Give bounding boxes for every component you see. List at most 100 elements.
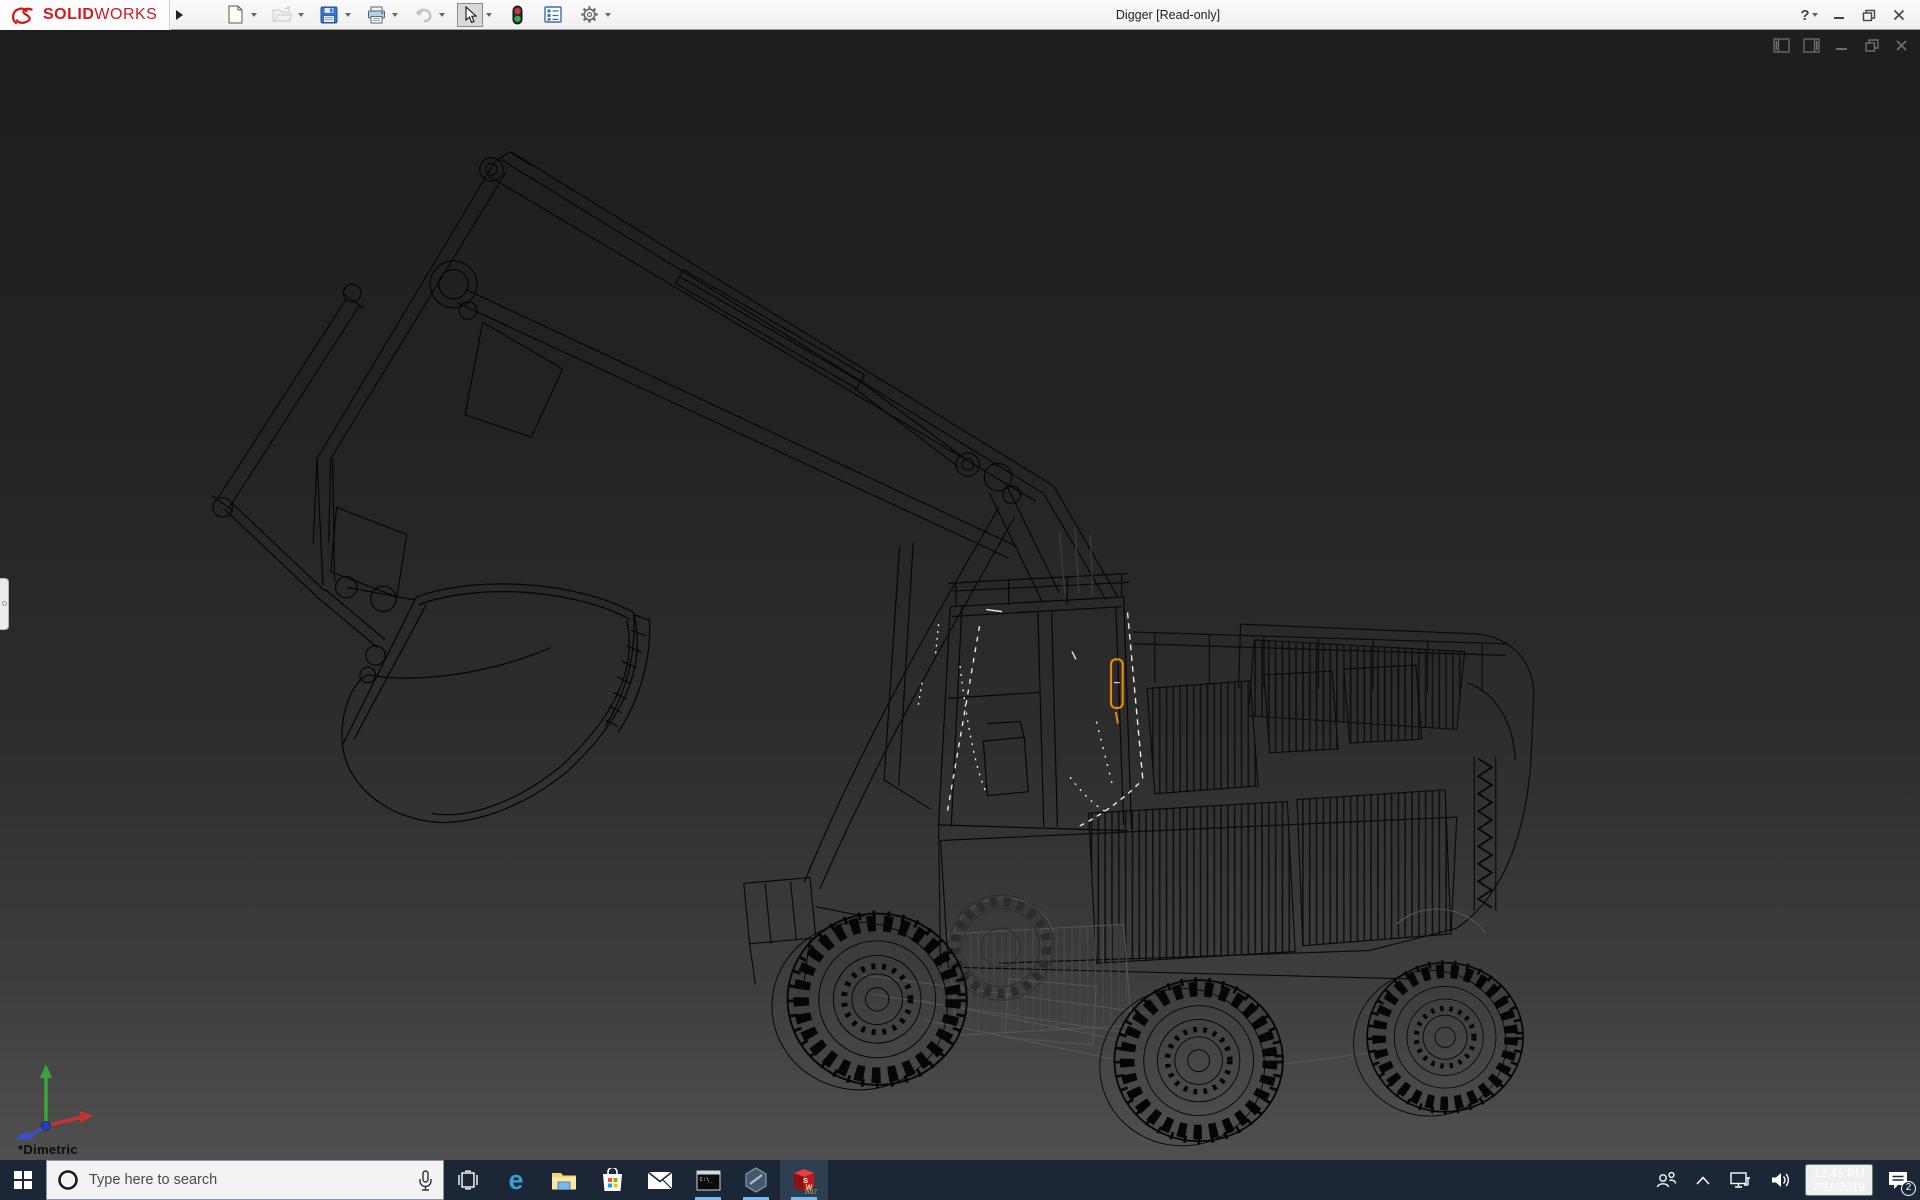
selected-edge[interactable]	[1111, 659, 1123, 723]
file-explorer-button[interactable]	[540, 1160, 588, 1200]
quick-access-toolbar	[222, 3, 621, 27]
solidworks-2017-button[interactable]: S W 2017	[780, 1160, 828, 1200]
cab[interactable]	[884, 527, 1131, 831]
edge-icon: e	[508, 1167, 523, 1194]
taskbar-search[interactable]	[46, 1160, 444, 1200]
save-dropdown[interactable]	[342, 3, 353, 27]
chevron-down-icon	[439, 13, 445, 17]
doc-minimize-button[interactable]	[1833, 38, 1850, 53]
doc-restore-button[interactable]	[1863, 38, 1880, 53]
command-prompt-icon: C:\_	[696, 1170, 721, 1191]
svg-text:C:\_: C:\_	[699, 1177, 713, 1183]
chevron-down-icon	[345, 13, 351, 17]
mail-icon	[647, 1171, 673, 1190]
command-prompt-button[interactable]: C:\_	[684, 1160, 732, 1200]
clock[interactable]: 12:45 PM 7/11/2018	[1805, 1164, 1874, 1196]
select-dropdown[interactable]	[483, 3, 494, 27]
close-icon	[1893, 9, 1905, 21]
undo-dropdown[interactable]	[436, 3, 447, 27]
digger-wireframe-model[interactable]	[0, 30, 1920, 1160]
boom-arm[interactable]	[212, 152, 1118, 889]
minimize-icon	[1833, 9, 1845, 21]
engine-body[interactable]	[939, 624, 1534, 979]
mail-button[interactable]	[636, 1160, 684, 1200]
close-button[interactable]	[1886, 2, 1912, 28]
window-title: Digger [Read-only]	[1116, 0, 1220, 30]
volume-button[interactable]	[1765, 1160, 1796, 1200]
edge-browser-button[interactable]: e	[492, 1160, 540, 1200]
chevron-down-icon	[486, 13, 492, 17]
x-axis-arrow	[80, 1111, 93, 1123]
windows-logo-icon	[14, 1171, 32, 1189]
show-left-pane-icon	[1773, 38, 1790, 53]
save-button[interactable]	[316, 3, 342, 27]
solidworks-logo: SOLIDWORKS	[0, 0, 170, 30]
main-toolbar: SOLIDWORKS	[0, 0, 1920, 30]
network-button[interactable]	[1724, 1160, 1756, 1200]
help-button[interactable]: ?	[1796, 2, 1822, 28]
solidworks-logo-mark	[10, 3, 36, 27]
rebuild-button[interactable]	[504, 3, 530, 27]
hexagon-app-icon	[744, 1167, 768, 1193]
action-center-button[interactable]: 2	[1882, 1160, 1914, 1200]
options-dropdown[interactable]	[602, 3, 613, 27]
close-icon	[1894, 38, 1909, 53]
document-window-controls	[1773, 38, 1910, 53]
view-orientation-label: *Dimetric	[18, 1142, 78, 1157]
print-button[interactable]	[363, 3, 389, 27]
microphone-icon[interactable]	[418, 1170, 433, 1191]
new-document-icon	[227, 5, 244, 24]
restore-icon	[1862, 9, 1876, 22]
gear-icon	[580, 5, 599, 24]
y-axis-arrow	[40, 1064, 52, 1078]
restore-button[interactable]	[1856, 2, 1882, 28]
open-folder-icon	[272, 6, 293, 23]
task-view-icon	[457, 1170, 479, 1190]
select-button[interactable]	[457, 3, 483, 27]
undo-icon	[413, 7, 433, 23]
new-document-button[interactable]	[222, 3, 248, 27]
undo-button[interactable]	[410, 3, 436, 27]
highlighted-edges[interactable]	[918, 610, 1143, 826]
graphics-viewport[interactable]: *Dimetric	[0, 30, 1920, 1160]
brand-text: SOLIDWORKS	[43, 6, 157, 24]
solidworks-app-icon: S W 2017	[790, 1166, 818, 1194]
chevron-up-icon	[1696, 1176, 1710, 1185]
help-label: ?	[1800, 7, 1809, 24]
show-right-pane-button[interactable]	[1803, 38, 1820, 53]
start-button[interactable]	[0, 1160, 46, 1200]
file-explorer-icon	[551, 1170, 577, 1191]
task-view-button[interactable]	[444, 1160, 492, 1200]
network-icon	[1729, 1171, 1751, 1189]
people-button[interactable]	[1650, 1160, 1682, 1200]
open-button[interactable]	[269, 3, 295, 27]
search-input[interactable]	[89, 1172, 408, 1188]
options-button[interactable]	[576, 3, 602, 27]
chevron-down-icon	[392, 13, 398, 17]
speaker-icon	[1770, 1171, 1791, 1189]
command-options-button[interactable]	[540, 3, 566, 27]
print-dropdown[interactable]	[389, 3, 400, 27]
open-dropdown[interactable]	[295, 3, 306, 27]
svg-text:2017: 2017	[805, 1190, 817, 1195]
bucket[interactable]	[317, 576, 650, 822]
reference-triad	[6, 1060, 96, 1140]
minimize-button[interactable]	[1826, 2, 1852, 28]
tray-overflow-button[interactable]	[1691, 1160, 1715, 1200]
triangle-right-icon	[176, 10, 183, 20]
microsoft-store-button[interactable]	[588, 1160, 636, 1200]
traffic-light-icon	[512, 5, 523, 25]
people-icon	[1655, 1171, 1677, 1189]
tray-date: 7/11/2018	[1813, 1180, 1866, 1194]
cortana-icon	[57, 1169, 79, 1191]
list-icon	[544, 6, 562, 23]
new-document-dropdown[interactable]	[248, 3, 259, 27]
toolbar-expand-button[interactable]	[170, 2, 188, 28]
composer-hexagon-button[interactable]	[732, 1160, 780, 1200]
show-left-pane-button[interactable]	[1773, 38, 1790, 53]
save-icon	[320, 6, 338, 24]
show-right-pane-icon	[1803, 38, 1820, 53]
select-cursor-icon	[463, 6, 478, 24]
doc-close-button[interactable]	[1893, 38, 1910, 53]
windows-taskbar: e C:\_	[0, 1160, 1920, 1200]
